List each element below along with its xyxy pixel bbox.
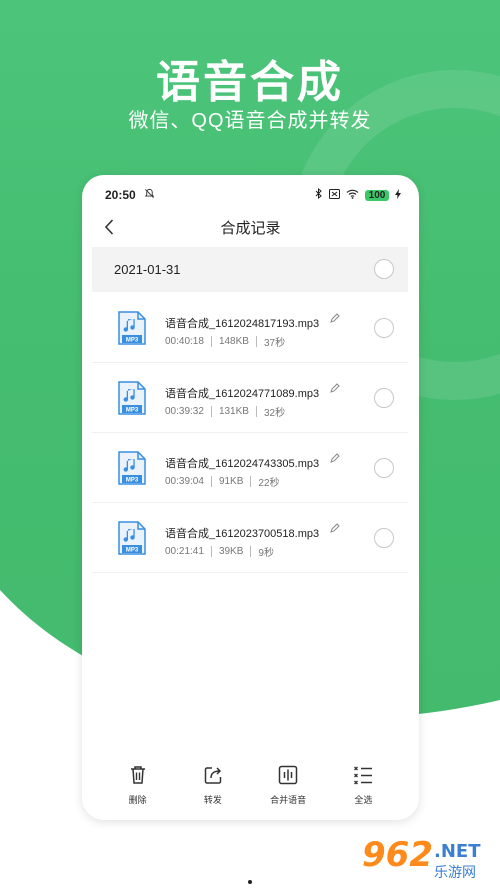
file-size: 131KB: [218, 406, 249, 417]
file-duration: 9秒: [258, 548, 274, 559]
file-time: 00:40:18: [165, 336, 204, 347]
watermark-number: 962: [362, 835, 433, 875]
mute-bell-icon: [144, 188, 155, 202]
wifi-icon: [346, 189, 359, 202]
select-file-radio[interactable]: [374, 528, 394, 548]
file-size: 91KB: [218, 476, 244, 487]
meta-divider: [250, 476, 252, 487]
mp3-file-icon: MP3: [118, 451, 146, 485]
file-name: 语音合成_1612024743305.mp3: [165, 458, 320, 470]
mp3-file-icon: MP3: [118, 311, 146, 345]
watermark-name: 乐游网: [434, 864, 476, 880]
delete-button[interactable]: 删除: [108, 764, 168, 806]
select-file-radio[interactable]: [374, 458, 394, 478]
nav-bar: 合成记录: [82, 213, 419, 241]
page-indicator-dot: [248, 880, 252, 884]
forward-button[interactable]: 转发: [183, 764, 243, 806]
back-button[interactable]: [104, 213, 134, 241]
file-duration: 22秒: [258, 478, 280, 489]
pencil-icon[interactable]: [330, 383, 340, 396]
file-duration: 37秒: [263, 338, 286, 349]
status-bar: 20:50 100: [82, 175, 419, 215]
bluetooth-icon: [315, 187, 323, 202]
file-name: 语音合成_1612023700518.mp3: [165, 528, 320, 540]
file-icon-label: MP3: [126, 408, 139, 414]
status-icons: 100: [315, 187, 401, 202]
file-meta: 00:39:04 91KB 22秒: [165, 474, 280, 489]
status-time: 20:50: [105, 188, 136, 202]
sim-icon: [329, 188, 340, 202]
hero-subtitle: 微信、QQ语音合成并转发: [128, 110, 372, 132]
file-icon-label: MP3: [126, 478, 139, 484]
page-title: 合成记录: [220, 219, 281, 237]
select-file-radio[interactable]: [374, 318, 394, 338]
merge-label: 合并语音: [270, 795, 307, 805]
date-label: 2021-01-31: [114, 262, 181, 277]
delete-label: 删除: [128, 795, 147, 805]
date-group-header: 2021-01-31: [92, 247, 408, 292]
file-row[interactable]: MP3 语音合成_1612024743305.mp3 00:39:04 91KB…: [92, 433, 408, 503]
battery-icon: 100: [365, 189, 389, 201]
app-promo-screen: 语音合成 微信、QQ语音合成并转发 20:50 100 合成记录 2021-01…: [0, 0, 500, 889]
file-time: 00:39:32: [165, 406, 204, 417]
hero-title: 语音合成: [156, 58, 344, 107]
pencil-icon[interactable]: [330, 523, 340, 536]
pencil-icon[interactable]: [330, 313, 340, 326]
share-icon: [204, 767, 222, 784]
meta-divider: [255, 406, 257, 417]
file-meta: 00:21:41 39KB 9秒: [165, 544, 274, 559]
file-meta: 00:39:32 131KB 32秒: [165, 404, 285, 419]
trash-icon: [130, 766, 145, 784]
merge-voice-button[interactable]: 合并语音: [258, 764, 318, 806]
select-all-label: 全选: [354, 795, 373, 805]
meta-divider: [255, 336, 257, 347]
file-row[interactable]: MP3 语音合成_1612024771089.mp3 00:39:32 131K…: [92, 363, 408, 433]
mp3-file-icon: MP3: [118, 521, 146, 555]
site-watermark: 962 .NET 乐游网: [362, 835, 492, 883]
file-duration: 32秒: [263, 408, 286, 419]
meta-divider: [210, 406, 212, 417]
bottom-toolbar: 删除 转发 合并语音 全选: [82, 750, 419, 820]
file-row[interactable]: MP3 语音合成_1612023700518.mp3 00:21:41 39KB…: [92, 503, 408, 573]
select-date-group-radio[interactable]: [374, 259, 394, 279]
file-list: MP3 语音合成_1612024817193.mp3 00:40:18 148K…: [92, 293, 408, 573]
select-file-radio[interactable]: [374, 388, 394, 408]
charging-icon: [395, 188, 401, 202]
file-name: 语音合成_1612024817193.mp3: [165, 318, 320, 330]
meta-divider: [250, 546, 252, 557]
phone-mockup: 20:50 100 合成记录 2021-01-31 MP3 语音合成_16120…: [82, 175, 419, 820]
file-icon-label: MP3: [126, 338, 139, 344]
select-all-icon: [354, 766, 373, 785]
file-row[interactable]: MP3 语音合成_1612024817193.mp3 00:40:18 148K…: [92, 293, 408, 363]
pencil-icon[interactable]: [330, 453, 340, 466]
file-meta: 00:40:18 148KB 37秒: [165, 334, 285, 349]
meta-divider: [210, 546, 212, 557]
mp3-file-icon: MP3: [118, 381, 146, 415]
merge-audio-icon: [278, 765, 298, 785]
file-time: 00:21:41: [165, 546, 204, 557]
meta-divider: [210, 336, 212, 347]
file-icon-label: MP3: [126, 548, 139, 554]
watermark-domain: .NET: [434, 841, 481, 862]
file-name: 语音合成_1612024771089.mp3: [165, 388, 320, 400]
select-all-button[interactable]: 全选: [333, 764, 393, 806]
meta-divider: [210, 476, 212, 487]
file-time: 00:39:04: [165, 476, 204, 487]
file-size: 148KB: [218, 336, 249, 347]
forward-label: 转发: [203, 795, 222, 805]
chevron-left-icon: [104, 219, 114, 235]
file-size: 39KB: [218, 546, 244, 557]
